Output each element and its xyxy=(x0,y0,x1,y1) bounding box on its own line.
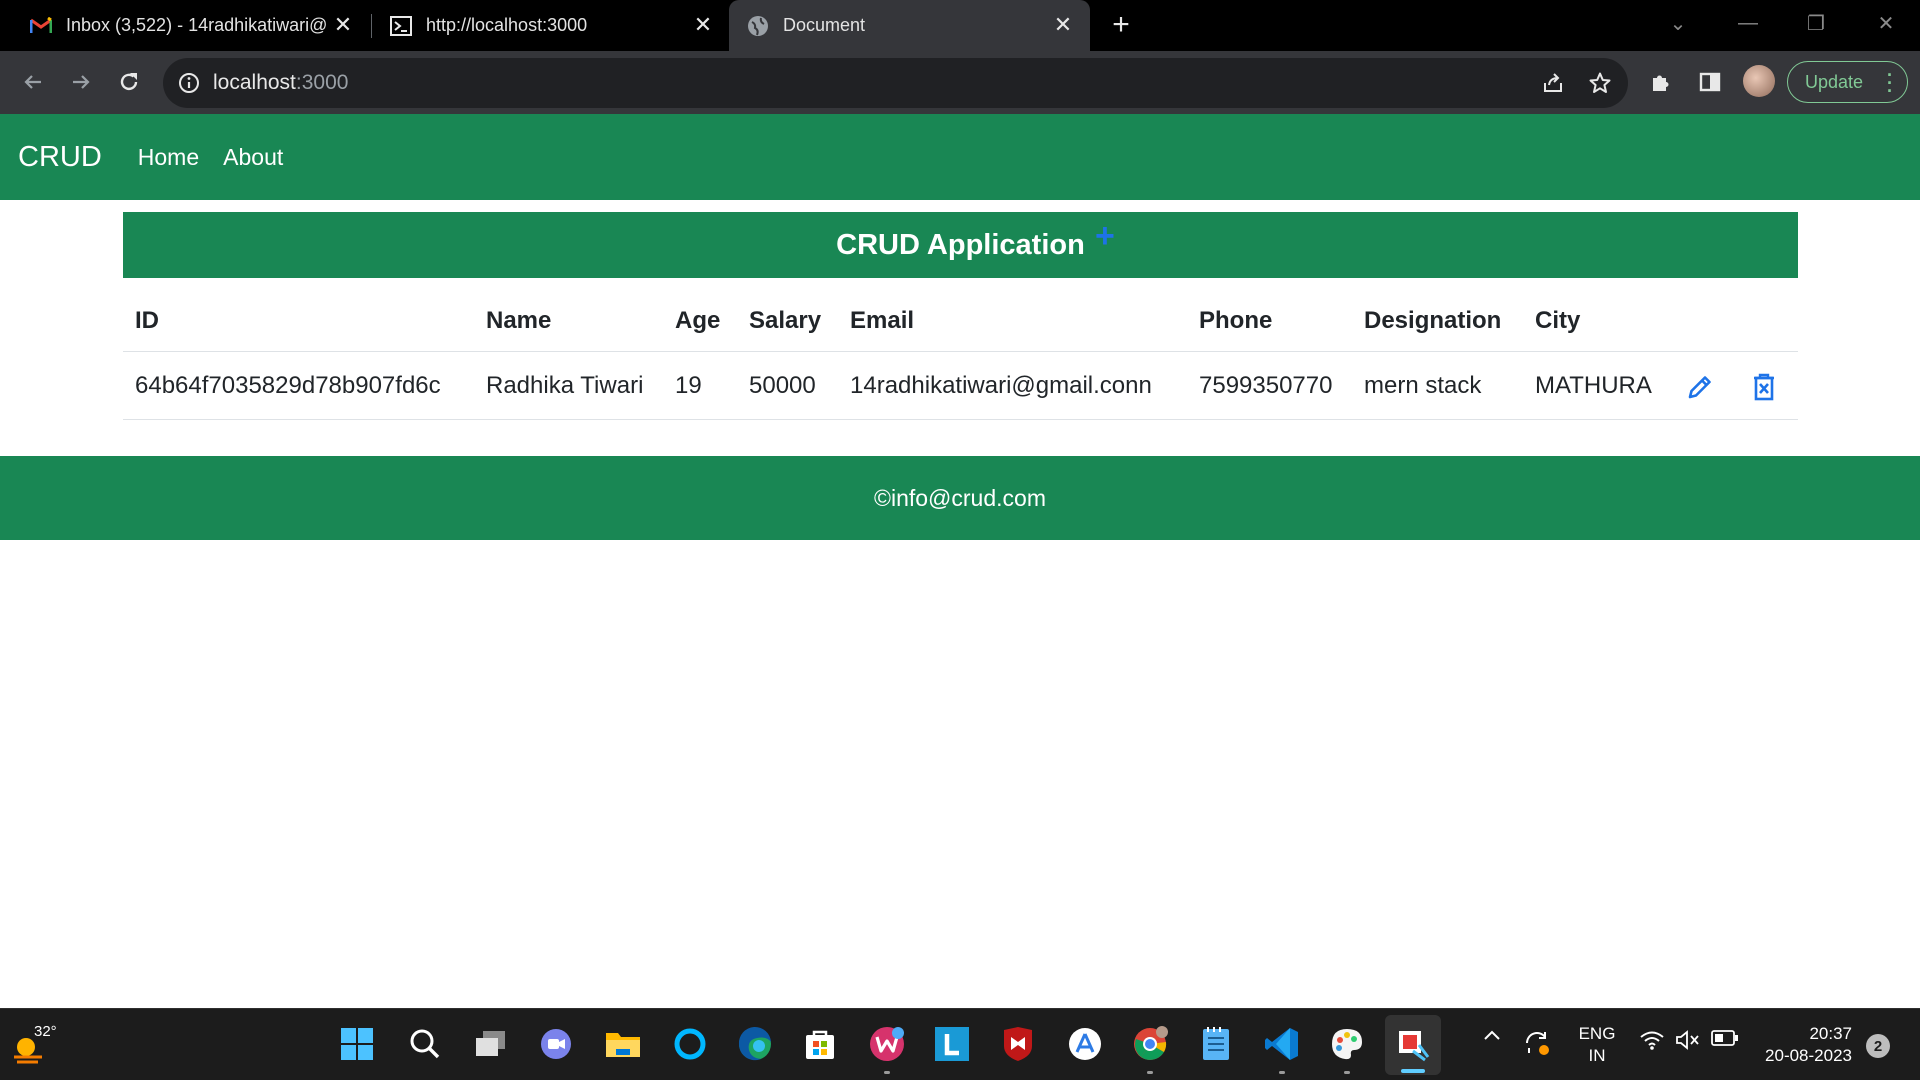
app-store-icon[interactable] xyxy=(1065,1024,1105,1064)
tab-title: Inbox (3,522) - 14radhikatiwari@ xyxy=(66,15,328,35)
cell-email: 14radhikatiwari@gmail.conn xyxy=(850,371,1152,399)
vscode-icon[interactable] xyxy=(1262,1024,1302,1074)
cell-salary: 50000 xyxy=(749,371,816,399)
cell-city: MATHURA xyxy=(1535,371,1652,399)
cell-age: 19 xyxy=(675,371,702,399)
wifi-icon[interactable] xyxy=(1638,1029,1666,1051)
table-header-row: ID Name Age Salary Email Phone Designati… xyxy=(123,290,1798,352)
page-title: CRUD Application + xyxy=(836,217,1115,262)
window-close-icon[interactable]: ✕ xyxy=(1866,8,1906,38)
close-icon[interactable]: ✕ xyxy=(330,12,356,38)
weather-widget[interactable]: 32° xyxy=(12,1021,62,1069)
battery-icon[interactable] xyxy=(1710,1029,1740,1047)
column-header-age: Age xyxy=(675,306,721,334)
nav-link-home[interactable]: Home xyxy=(138,144,199,171)
windows-taskbar: 32° ENG IN 20:37 20-08-2023 2 xyxy=(0,1008,1920,1080)
show-hidden-icons-chevron-icon[interactable] xyxy=(1480,1029,1504,1041)
page-footer: ©info@crud.com xyxy=(0,456,1920,540)
cell-designation: mern stack xyxy=(1364,371,1482,399)
menu-dots-icon[interactable]: · · · xyxy=(1887,66,1893,100)
bookmark-star-icon[interactable] xyxy=(1587,70,1613,96)
nav-link-about[interactable]: About xyxy=(223,144,283,171)
region-code: IN xyxy=(1588,1046,1606,1065)
brand-logo[interactable]: CRUD xyxy=(18,141,102,174)
cell-id: 64b64f7035829d78b907fd6c xyxy=(135,371,441,399)
column-header-city: City xyxy=(1535,306,1581,334)
tab-localhost[interactable]: http://localhost:3000 ✕ xyxy=(372,0,730,51)
side-panel-icon[interactable] xyxy=(1695,67,1725,97)
column-header-phone: Phone xyxy=(1199,306,1273,334)
column-header-id: ID xyxy=(135,306,159,334)
profile-avatar[interactable] xyxy=(1743,65,1775,97)
file-explorer-icon[interactable] xyxy=(603,1024,643,1064)
cortana-icon[interactable] xyxy=(670,1024,710,1064)
teams-chat-icon[interactable] xyxy=(536,1024,576,1064)
microsoft-store-icon[interactable] xyxy=(800,1024,840,1064)
crud-banner: CRUD Application + xyxy=(123,212,1798,278)
tab-gmail[interactable]: Inbox (3,522) - 14radhikatiwari@ ✕ xyxy=(0,0,370,51)
records-table: ID Name Age Salary Email Phone Designati… xyxy=(123,290,1798,420)
app-navbar: CRUD Home About xyxy=(0,114,1920,200)
table-row: 64b64f7035829d78b907fd6c Radhika Tiwari … xyxy=(123,352,1798,420)
mcafee-shield-icon[interactable] xyxy=(998,1024,1038,1064)
weather-temperature: 32° xyxy=(34,1023,57,1040)
column-header-name: Name xyxy=(486,306,552,334)
column-header-salary: Salary xyxy=(749,306,822,334)
extensions-puzzle-icon[interactable] xyxy=(1646,67,1676,97)
reload-icon[interactable] xyxy=(112,65,146,99)
forward-arrow-icon[interactable] xyxy=(64,65,98,99)
notification-count-badge[interactable]: 2 xyxy=(1866,1034,1890,1058)
share-icon[interactable] xyxy=(1540,70,1566,96)
volume-muted-icon[interactable] xyxy=(1674,1029,1702,1051)
task-view-icon[interactable] xyxy=(471,1024,511,1064)
clock-time: 20:37 xyxy=(1809,1024,1852,1043)
edge-browser-icon[interactable] xyxy=(735,1024,775,1064)
clock-date: 20-08-2023 xyxy=(1765,1046,1852,1065)
delete-trash-icon[interactable] xyxy=(1747,370,1781,404)
restore-icon[interactable]: ❐ xyxy=(1796,8,1836,38)
tab-title: http://localhost:3000 xyxy=(426,15,588,35)
input-language-indicator[interactable]: ENG IN xyxy=(1574,1023,1620,1067)
terminal-icon xyxy=(390,15,412,37)
site-info-icon[interactable] xyxy=(177,71,201,95)
windows-start-icon[interactable] xyxy=(337,1024,377,1064)
gmail-icon xyxy=(30,15,52,37)
column-header-designation: Designation xyxy=(1364,306,1502,334)
update-label: Update xyxy=(1805,71,1864,92)
snipping-tool-icon[interactable] xyxy=(1385,1015,1441,1075)
url-host: localhost xyxy=(213,71,296,94)
l-app-icon[interactable] xyxy=(932,1024,972,1064)
cell-name: Radhika Tiwari xyxy=(486,371,644,399)
browser-tab-strip: Inbox (3,522) - 14radhikatiwari@ ✕ http:… xyxy=(0,0,1920,51)
close-icon[interactable]: ✕ xyxy=(690,12,716,38)
url-port: :3000 xyxy=(295,71,349,94)
browser-toolbar: localhost:3000 Update · · · xyxy=(0,51,1920,114)
sync-icon[interactable] xyxy=(1522,1029,1552,1057)
close-icon[interactable]: ✕ xyxy=(1050,12,1076,38)
system-clock[interactable]: 20:37 20-08-2023 xyxy=(1752,1023,1852,1067)
address-bar[interactable]: localhost:3000 xyxy=(163,58,1628,108)
tab-title: Document xyxy=(783,15,866,35)
chrome-browser-icon[interactable] xyxy=(1130,1024,1170,1074)
lang-code: ENG xyxy=(1578,1024,1616,1043)
cell-phone: 7599350770 xyxy=(1199,371,1333,399)
paint-icon[interactable] xyxy=(1327,1024,1367,1074)
notepad-icon[interactable] xyxy=(1196,1024,1236,1064)
back-arrow-icon[interactable] xyxy=(16,65,50,99)
url-text[interactable]: localhost:3000 xyxy=(213,71,348,95)
update-button[interactable]: Update · · · xyxy=(1787,61,1908,103)
globe-icon xyxy=(747,15,769,37)
column-header-email: Email xyxy=(850,306,915,334)
new-tab-icon[interactable]: + xyxy=(1106,8,1136,41)
tab-document[interactable]: Document ✕ xyxy=(729,0,1090,51)
page-title-text: CRUD Application xyxy=(836,228,1085,261)
footer-contact-text: ©info@crud.com xyxy=(874,484,1046,511)
add-record-plus-icon[interactable]: + xyxy=(1095,217,1115,256)
wps-office-icon[interactable] xyxy=(867,1024,907,1074)
search-icon[interactable] xyxy=(405,1024,445,1064)
minimize-icon[interactable]: — xyxy=(1728,8,1768,38)
tab-search-chevron-icon[interactable]: ⌄ xyxy=(1658,8,1698,38)
edit-pencil-icon[interactable] xyxy=(1683,370,1717,404)
